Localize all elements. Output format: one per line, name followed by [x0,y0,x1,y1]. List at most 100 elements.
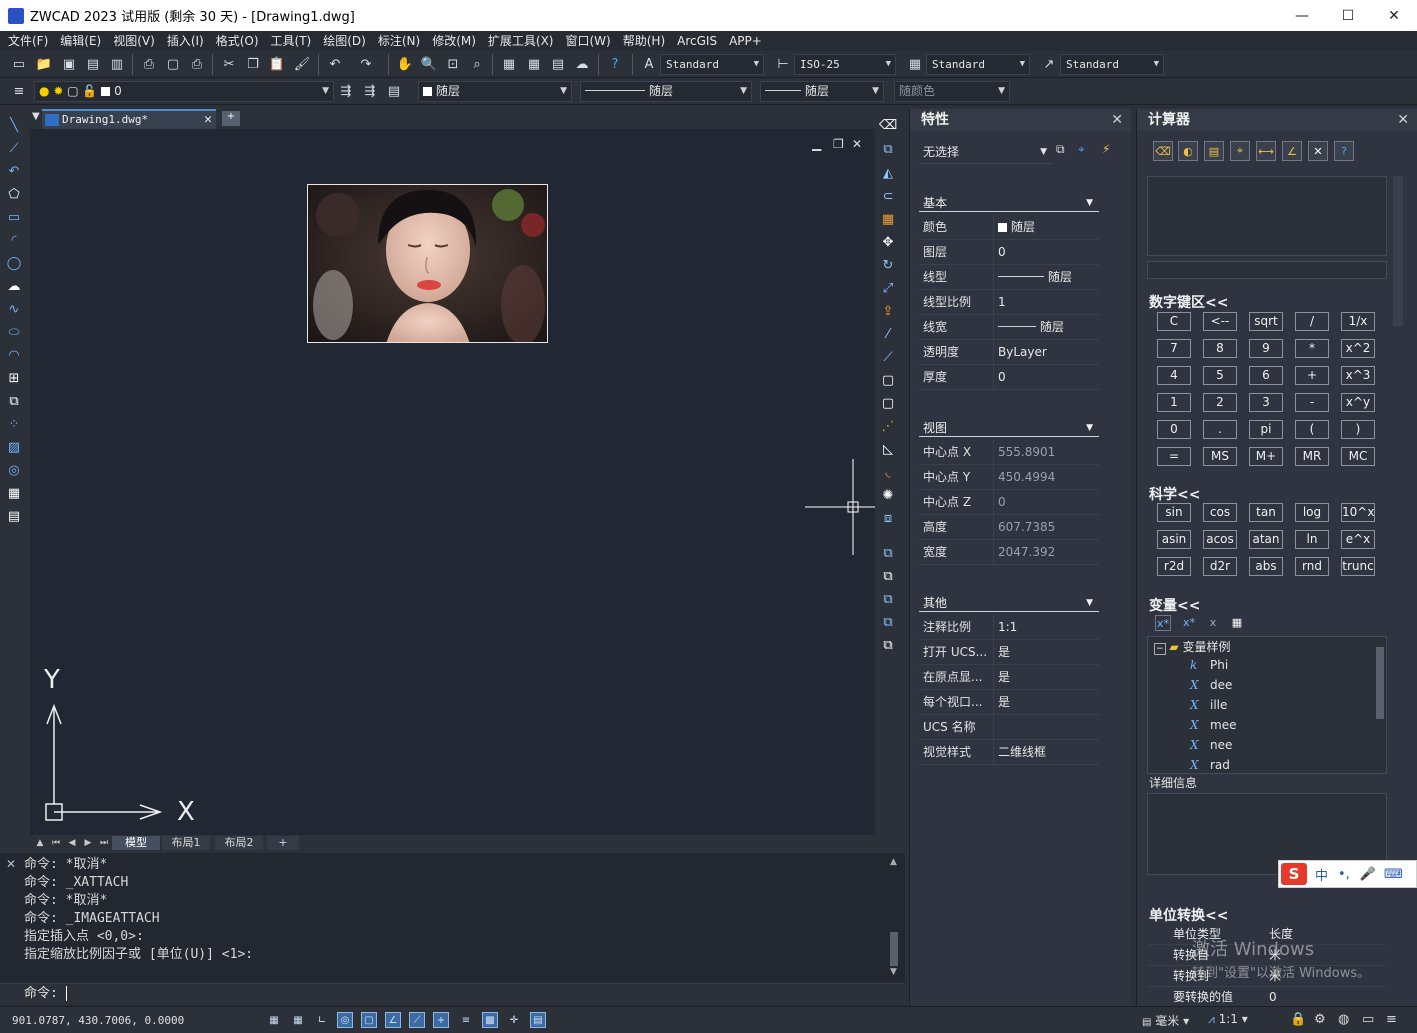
clear-history-icon[interactable]: ◐ [1178,141,1198,161]
section-view[interactable]: 视图 ▼ [919,419,1099,437]
punctuation-icon[interactable]: •, [1338,867,1350,882]
save-all-icon[interactable]: ▥ [108,55,126,73]
scientific-key[interactable]: asin [1157,530,1191,549]
scientific-key[interactable]: r2d [1157,557,1191,576]
variable-item[interactable]: Xnee [1190,738,1232,752]
numpad-key[interactable]: sqrt [1249,312,1283,331]
point-icon[interactable]: ⁘ [5,415,23,433]
viewport-minimize-icon[interactable]: ▁ [812,137,821,151]
intersection-icon[interactable]: ✕ [1308,141,1328,161]
hardware-accel-icon[interactable]: ⚙ [1314,1012,1326,1027]
variable-item[interactable]: Xille [1190,698,1227,712]
plot-style-combo[interactable]: 随颜色 ▼ [894,81,1010,102]
fillet-icon[interactable]: ◟ [879,463,897,481]
variable-item[interactable]: Xmee [1190,718,1236,732]
transparency-icon[interactable]: ▩ [482,1012,498,1028]
numpad-key[interactable]: 0 [1157,420,1191,439]
section-basic[interactable]: 基本 ▼ [919,194,1099,212]
variables-section-title[interactable]: 变量<< [1149,595,1200,615]
numpad-key[interactable]: - [1295,393,1329,412]
numpad-key[interactable]: 1/x [1341,312,1375,331]
scientific-key[interactable]: acos [1203,530,1237,549]
prop-row-layer[interactable]: 图层 0 [919,240,1099,265]
unit-row-value[interactable]: 要转换的值 0 [1149,987,1385,1008]
zoom-realtime-icon[interactable]: 🔍 [420,55,438,73]
numpad-key[interactable]: 7 [1157,339,1191,358]
viewport-restore-icon[interactable]: ❐ [833,137,844,151]
variable-folder[interactable]: − ▰ 变量样例 [1154,638,1230,655]
move-icon[interactable]: ✥ [879,233,897,251]
numpad-key[interactable]: M+ [1249,447,1283,466]
polyline-icon[interactable]: ↶ [5,162,23,180]
ime-toolbar[interactable]: S 中 •, 🎤 ⌨ [1278,860,1417,888]
numpad-key[interactable]: ( [1295,420,1329,439]
layout-first-icon[interactable]: ⏮ [50,837,62,849]
numpad-key[interactable]: 9 [1249,339,1283,358]
properties-close-icon[interactable]: ✕ [1111,109,1123,131]
microphone-icon[interactable]: 🎤 [1360,867,1376,882]
delete-variable-icon[interactable]: x [1205,615,1221,631]
isolate-objects-icon[interactable]: ◍ [1338,1012,1349,1027]
tool-palettes-icon[interactable]: ▤ [549,55,567,73]
color-combo[interactable]: 随层 ▼ [418,81,572,102]
distance-icon[interactable]: ⟷ [1256,141,1276,161]
save-icon[interactable]: ▣ [60,55,78,73]
cut-icon[interactable]: ✂ [220,55,238,73]
multileader-style-combo[interactable]: Standard ▼ [1060,54,1164,75]
zoom-previous-icon[interactable]: ⌕ [468,55,486,73]
menu-file[interactable]: 文件(F) [2,31,54,51]
edit-variable-icon[interactable]: x* [1181,615,1197,631]
mtext-icon[interactable]: ▤ [5,507,23,525]
prop-row-ucs-per-viewport[interactable]: 每个视口... 是 [919,690,1099,715]
tab-close-icon[interactable]: ✕ [204,111,212,128]
menu-app-plus[interactable]: APP+ [723,31,768,51]
numpad-key[interactable]: pi [1249,420,1283,439]
ellipse-icon[interactable]: ⬭ [5,323,23,341]
numpad-key[interactable]: x^2 [1341,339,1375,358]
scientific-section-title[interactable]: 科学<< [1149,484,1200,504]
region-icon[interactable]: ◎ [5,461,23,479]
save-as-icon[interactable]: ▤ [84,55,102,73]
scientific-key[interactable]: atan [1249,530,1283,549]
scientific-key[interactable]: rnd [1295,557,1329,576]
scientific-key[interactable]: 10^x [1341,503,1375,522]
plot-icon[interactable]: ⎙ [188,55,206,73]
numpad-key[interactable]: ) [1341,420,1375,439]
variable-scrollbar[interactable] [1376,647,1384,719]
explode-icon[interactable]: ✺ [879,486,897,504]
variable-item[interactable]: Xrad [1190,758,1230,772]
layer-previous-icon[interactable]: ⇶ [361,82,379,100]
design-center-icon[interactable]: ▦ [525,55,543,73]
variable-item[interactable]: k Phi [1190,658,1228,672]
viewport-close-icon[interactable]: ✕ [852,137,862,151]
numpad-key[interactable]: C [1157,312,1191,331]
get-coordinates-icon[interactable]: ⌖ [1230,141,1250,161]
make-block-icon[interactable]: ⧉ [5,392,23,410]
text-style-combo[interactable]: Standard ▼ [660,54,764,75]
new-file-icon[interactable]: ▭ [10,55,28,73]
selection-cycling-icon[interactable]: ✛ [506,1012,522,1028]
edit-polyline-icon[interactable]: ⧈ [879,509,897,527]
numpad-key[interactable]: MR [1295,447,1329,466]
toggle-pickadd-icon[interactable]: ⧉ [1056,142,1074,160]
join-icon[interactable]: ▢ [879,394,897,412]
menu-dimension[interactable]: 标注(N) [372,31,426,51]
scientific-key[interactable]: ln [1295,530,1329,549]
maximize-button[interactable]: ☐ [1325,0,1371,31]
tab-add-layout[interactable]: + [267,836,299,850]
menu-format[interactable]: 格式(O) [210,31,265,51]
angle-icon[interactable]: ∠ [1282,141,1302,161]
calc-help-icon[interactable]: ? [1334,141,1354,161]
customize-icon[interactable]: ≡ [1386,1012,1397,1027]
calc-input-field[interactable] [1147,261,1387,279]
numpad-key[interactable]: 1 [1157,393,1191,412]
section-misc[interactable]: 其他 ▼ [919,594,1099,612]
stretch-icon[interactable]: ⇪ [879,302,897,320]
layer-state-icon[interactable]: ▤ [385,82,403,100]
drawing-canvas[interactable]: ▁ ❐ ✕ Y X [30,129,875,835]
unit-conversion-title[interactable]: 单位转换<< [1149,905,1228,925]
scientific-key[interactable]: d2r [1203,557,1237,576]
rectangle-icon[interactable]: ▭ [5,208,23,226]
open-folder-icon[interactable]: 📁 [35,55,53,73]
command-input[interactable]: 命令: [0,983,905,1005]
